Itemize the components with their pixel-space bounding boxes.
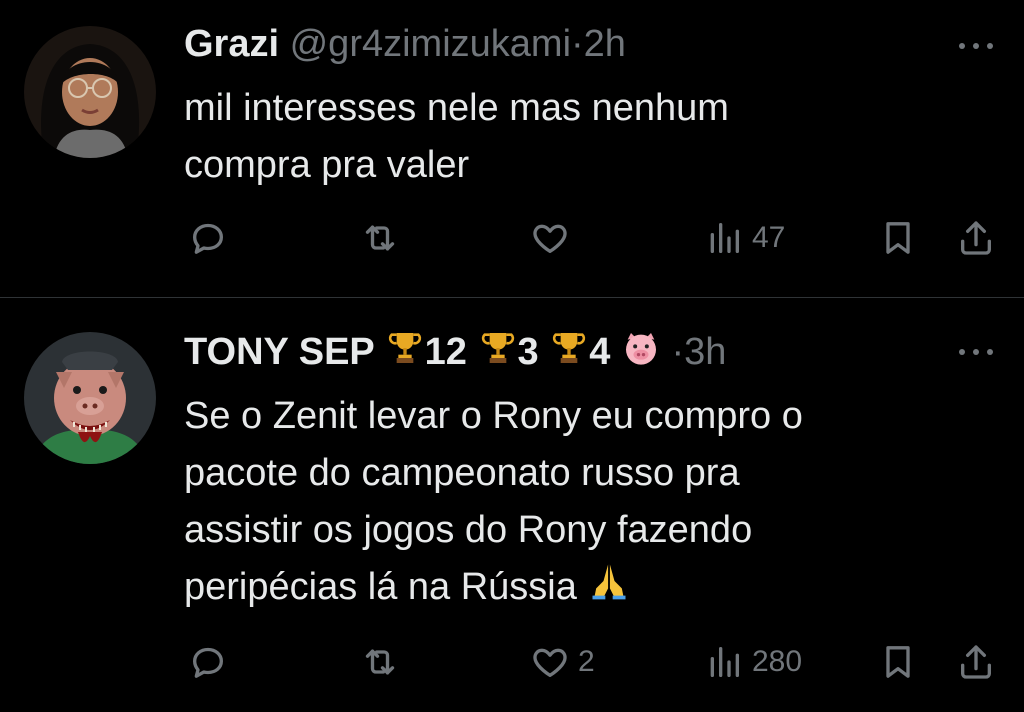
like-icon <box>533 648 567 677</box>
retweet-button[interactable] <box>360 218 400 258</box>
avatar[interactable] <box>24 26 156 158</box>
tweet[interactable]: Grazi @gr4zimizukami·2h mil interesses n… <box>0 0 1024 297</box>
reply-icon <box>193 223 223 254</box>
text-line-last: peripécias lá na Rússia <box>184 559 984 620</box>
timestamp[interactable]: 2h <box>584 23 626 65</box>
views-button[interactable]: 280 <box>704 642 802 682</box>
trophy-count: 3 <box>517 331 539 373</box>
text-line: Se o Zenit levar o Rony eu compro o <box>184 395 803 437</box>
retweet-button[interactable] <box>360 642 400 682</box>
views-button[interactable]: 47 <box>704 218 785 258</box>
display-name[interactable]: Grazi <box>184 23 279 65</box>
action-bar: 47 <box>0 218 1024 268</box>
views-icon <box>710 647 739 677</box>
more-icon[interactable] <box>956 36 996 56</box>
tweet-text: mil interesses nele mas nenhum compra pr… <box>184 80 984 194</box>
text-line: pacote do campeonato russo pra <box>184 452 740 494</box>
reply-icon <box>193 647 223 678</box>
tweet-text: Se o Zenit levar o Rony eu compro o paco… <box>184 388 984 620</box>
bookmark-button[interactable] <box>878 218 918 258</box>
share-button[interactable] <box>956 642 996 682</box>
retweet-icon <box>365 225 395 251</box>
share-icon <box>961 221 991 255</box>
text-line: assistir os jogos do Rony fazendo <box>184 509 753 551</box>
display-name[interactable]: TONY SEP 12 3 4 <box>184 331 671 373</box>
avatar[interactable] <box>24 332 156 464</box>
reply-button[interactable] <box>188 642 228 682</box>
like-button[interactable] <box>530 218 578 258</box>
folded-hands-icon <box>587 559 631 620</box>
view-count: 280 <box>752 645 803 678</box>
display-name-text: TONY SEP <box>184 331 375 373</box>
bookmark-icon <box>886 222 910 254</box>
separator: · <box>671 331 685 373</box>
trophy-count: 4 <box>589 331 611 373</box>
tweet[interactable]: TONY SEP 12 3 4 ·3h Se o Zenit levar o R… <box>0 298 1024 712</box>
tweet-header: TONY SEP 12 3 4 ·3h <box>184 328 726 378</box>
retweet-icon <box>365 649 395 675</box>
more-icon[interactable] <box>956 342 996 362</box>
text-line: peripécias lá na Rússia <box>184 566 577 608</box>
timestamp[interactable]: 3h <box>684 331 726 373</box>
trophy-icon <box>549 328 589 378</box>
tweet-header: Grazi @gr4zimizukami·2h <box>184 22 626 66</box>
text-line: mil interesses nele mas nenhum <box>184 87 729 129</box>
reply-button[interactable] <box>188 218 228 258</box>
trophy-count: 12 <box>424 331 467 373</box>
like-count: 2 <box>578 645 595 678</box>
pig-face-icon <box>621 328 661 378</box>
bookmark-button[interactable] <box>878 642 918 682</box>
handle[interactable]: @gr4zimizukami <box>290 23 571 65</box>
share-icon <box>961 645 991 679</box>
like-button[interactable]: 2 <box>530 642 595 682</box>
views-icon <box>710 223 739 253</box>
text-line: compra pra valer <box>184 144 470 186</box>
action-bar: 2 280 <box>0 642 1024 692</box>
like-icon <box>533 224 567 253</box>
separator: · <box>571 23 584 65</box>
trophy-icon <box>385 328 425 378</box>
share-button[interactable] <box>956 218 996 258</box>
view-count: 47 <box>752 221 786 254</box>
trophy-icon <box>478 328 518 378</box>
bookmark-icon <box>886 646 910 678</box>
